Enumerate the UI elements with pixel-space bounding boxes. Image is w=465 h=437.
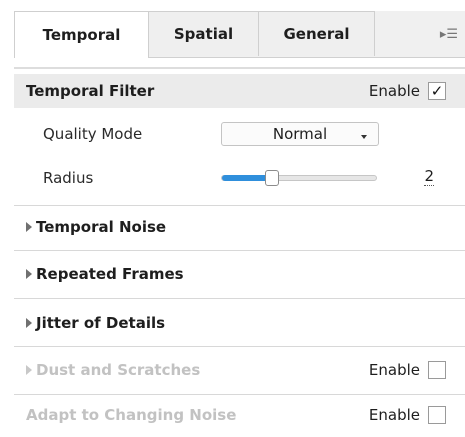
temporal-noise-section[interactable]: Temporal Noise: [14, 210, 465, 244]
section-title: Repeated Frames: [36, 265, 184, 283]
expand-arrow-icon: [26, 365, 32, 375]
expand-arrow-icon: [26, 269, 32, 279]
quality-mode-value: Normal: [272, 125, 328, 143]
divider: [14, 250, 465, 251]
panel-menu-icon[interactable]: ▸☰: [428, 27, 458, 42]
adapt-noise-enable-checkbox[interactable]: [428, 406, 446, 424]
temporal-filter-enable-checkbox[interactable]: ✓: [428, 82, 446, 100]
divider: [14, 298, 465, 299]
section-title: Jitter of Details: [36, 314, 166, 332]
enable-label: Enable: [368, 361, 420, 379]
section-title: Dust and Scratches: [36, 361, 201, 379]
divider: [14, 205, 465, 206]
temporal-filter-enable[interactable]: Enable ✓: [369, 82, 446, 100]
divider: [14, 394, 465, 395]
dust-and-scratches-section[interactable]: Dust and Scratches Enable: [14, 353, 465, 387]
quality-mode-row: Quality Mode Normal: [14, 117, 465, 151]
expand-arrow-icon: [26, 222, 32, 232]
dropdown-arrow-icon: [361, 135, 367, 139]
quality-mode-label: Quality Mode: [43, 125, 143, 143]
quality-mode-select[interactable]: Normal: [221, 122, 379, 146]
scroll-indicator: [14, 67, 465, 69]
enable-label: Enable: [368, 406, 420, 424]
radius-slider-thumb[interactable]: [265, 170, 279, 186]
temporal-filter-header: Temporal Filter Enable ✓: [14, 74, 465, 108]
tab-temporal[interactable]: Temporal: [14, 11, 149, 58]
jitter-of-details-section[interactable]: Jitter of Details: [14, 306, 465, 340]
enable-label: Enable: [368, 82, 420, 100]
tab-spatial[interactable]: Spatial: [148, 11, 259, 56]
adapt-noise-enable[interactable]: Enable: [369, 406, 446, 424]
section-title: Adapt to Changing Noise: [26, 406, 237, 424]
repeated-frames-section[interactable]: Repeated Frames: [14, 257, 465, 291]
radius-label: Radius: [43, 169, 94, 187]
section-title: Temporal Noise: [36, 218, 167, 236]
dust-scratches-enable[interactable]: Enable: [369, 361, 446, 379]
radius-value[interactable]: 2: [424, 168, 434, 186]
expand-arrow-icon: [26, 318, 32, 328]
dust-scratches-enable-checkbox[interactable]: [428, 361, 446, 379]
divider: [14, 346, 465, 347]
tab-bar: Temporal Spatial General ▸☰: [14, 11, 465, 58]
tab-general[interactable]: General: [258, 11, 375, 56]
adapt-changing-noise-section: Adapt to Changing Noise Enable: [14, 398, 465, 432]
radius-row: Radius 2: [14, 161, 465, 195]
radius-slider[interactable]: [221, 170, 377, 186]
temporal-filter-title: Temporal Filter: [26, 82, 155, 100]
